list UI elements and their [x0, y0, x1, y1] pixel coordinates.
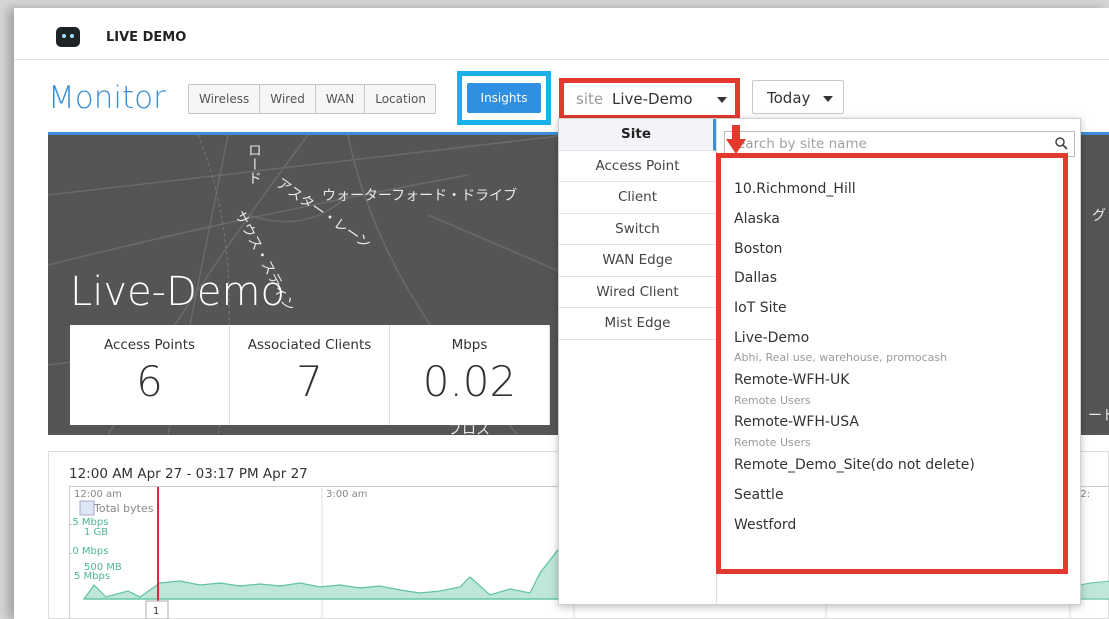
tab-insights[interactable]: Insights: [467, 83, 541, 113]
scope-switch[interactable]: Switch: [559, 214, 716, 245]
legend-label: Total bytes: [93, 502, 154, 515]
map-site-name: Live-Demo: [70, 269, 285, 315]
tab-wireless[interactable]: Wireless: [189, 85, 261, 113]
site-option[interactable]: Seattle: [734, 487, 784, 503]
map-street-label: ウォーターフォード・ドライブ: [322, 188, 518, 204]
chart-time-label: 12:00 am: [74, 489, 122, 500]
search-icon[interactable]: [1055, 137, 1068, 150]
stats-row: Access Points 6 Associated Clients 7 Mbp…: [70, 325, 550, 425]
site-option[interactable]: Remote_Demo_Site(do not delete): [734, 457, 975, 473]
site-search-placeholder: earch by site name: [737, 136, 867, 152]
site-option-tags: Abhi, Real use, warehouse, promocash: [734, 351, 948, 364]
map-street-label: グ: [1092, 208, 1106, 224]
scope-mist-edge[interactable]: Mist Edge: [559, 308, 716, 340]
site-option[interactable]: Remote-WFH-UK: [734, 372, 849, 388]
scope-wired-client[interactable]: Wired Client: [559, 277, 716, 308]
map-street-label: ード: [1088, 408, 1109, 424]
monitor-tabs: Wireless Wired WAN Location: [188, 84, 437, 114]
site-dropdown: Site Access Point Client Switch WAN Edge…: [558, 118, 1081, 605]
stat-label: Mbps: [451, 337, 488, 353]
mist-logo-icon[interactable]: [56, 27, 80, 47]
top-bar: LIVE DEMO: [14, 8, 1109, 60]
site-option[interactable]: Remote-WFH-USA: [734, 414, 859, 430]
site-option[interactable]: Alaska: [734, 211, 780, 227]
site-selector-value: Live-Demo: [612, 90, 693, 108]
site-option-tags: Remote Users: [734, 394, 811, 407]
event-marker-label: 1: [153, 606, 159, 617]
y-axis-label: 10 Mbps: [70, 546, 108, 557]
tab-wan[interactable]: WAN: [316, 85, 366, 113]
y-axis-label: 1 GB: [84, 527, 108, 538]
site-option[interactable]: Dallas: [734, 270, 777, 286]
site-option[interactable]: IoT Site: [734, 300, 787, 316]
site-selector-prefix: site: [576, 90, 604, 108]
page-title: Monitor: [48, 80, 166, 116]
scope-category-list: Site Access Point Client Switch WAN Edge…: [559, 119, 717, 604]
site-option[interactable]: 10.Richmond_Hill: [734, 181, 856, 197]
chart-time-range: 12:00 AM Apr 27 - 03:17 PM Apr 27: [69, 466, 308, 482]
chart-time-label: 3:00 am: [326, 489, 368, 500]
chevron-down-icon: [717, 97, 727, 103]
annotation-arrow-icon: [726, 139, 746, 154]
tab-location[interactable]: Location: [365, 85, 435, 113]
time-range-value: Today: [767, 89, 811, 107]
chevron-down-icon: [823, 96, 833, 102]
site-selector[interactable]: site Live-Demo: [559, 78, 740, 120]
stat-mbps[interactable]: Mbps 0.02: [390, 325, 550, 425]
stat-label: Associated Clients: [247, 337, 372, 353]
stat-access-points[interactable]: Access Points 6: [70, 325, 230, 425]
stat-label: Access Points: [103, 337, 196, 353]
y-axis-label: 5 Mbps: [74, 571, 110, 582]
stat-value: 7: [296, 357, 323, 406]
scope-access-point[interactable]: Access Point: [559, 151, 716, 182]
stat-associated-clients[interactable]: Associated Clients 7: [230, 325, 390, 425]
scope-client[interactable]: Client: [559, 182, 716, 214]
time-range-selector[interactable]: Today: [752, 80, 844, 114]
app-window: LIVE DEMO Monitor Wireless Wired WAN Loc…: [14, 8, 1109, 619]
tab-wired[interactable]: Wired: [260, 85, 316, 113]
scope-wan-edge[interactable]: WAN Edge: [559, 245, 716, 277]
legend-swatch[interactable]: [79, 500, 95, 516]
stat-value: 0.02: [422, 357, 517, 406]
site-option[interactable]: Live-Demo: [734, 330, 809, 346]
scope-site[interactable]: Site: [559, 119, 716, 151]
org-title: LIVE DEMO: [106, 30, 187, 45]
stat-value: 6: [136, 357, 163, 406]
site-option[interactable]: Westford: [734, 517, 796, 533]
site-option-tags: Remote Users: [734, 436, 811, 449]
site-option[interactable]: Boston: [734, 241, 782, 257]
map-street-label: ロード: [246, 143, 262, 185]
